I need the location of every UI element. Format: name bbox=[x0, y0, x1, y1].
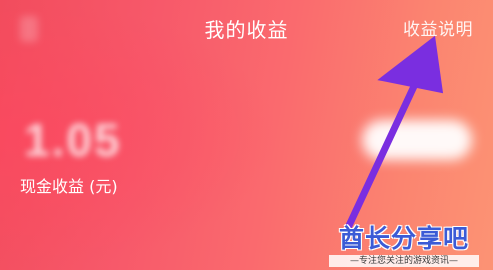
watermark-title: 酋长分享吧 bbox=[338, 224, 469, 253]
watermark-subtitle: —专注您关注的游戏资讯— bbox=[329, 255, 479, 267]
earnings-screen: 我的收益 收益说明 1.05 现金收益 (元) 酋长分享吧 —专注您关注的游戏资… bbox=[0, 0, 493, 270]
watermark: 酋长分享吧 —专注您关注的游戏资讯— bbox=[329, 224, 479, 267]
